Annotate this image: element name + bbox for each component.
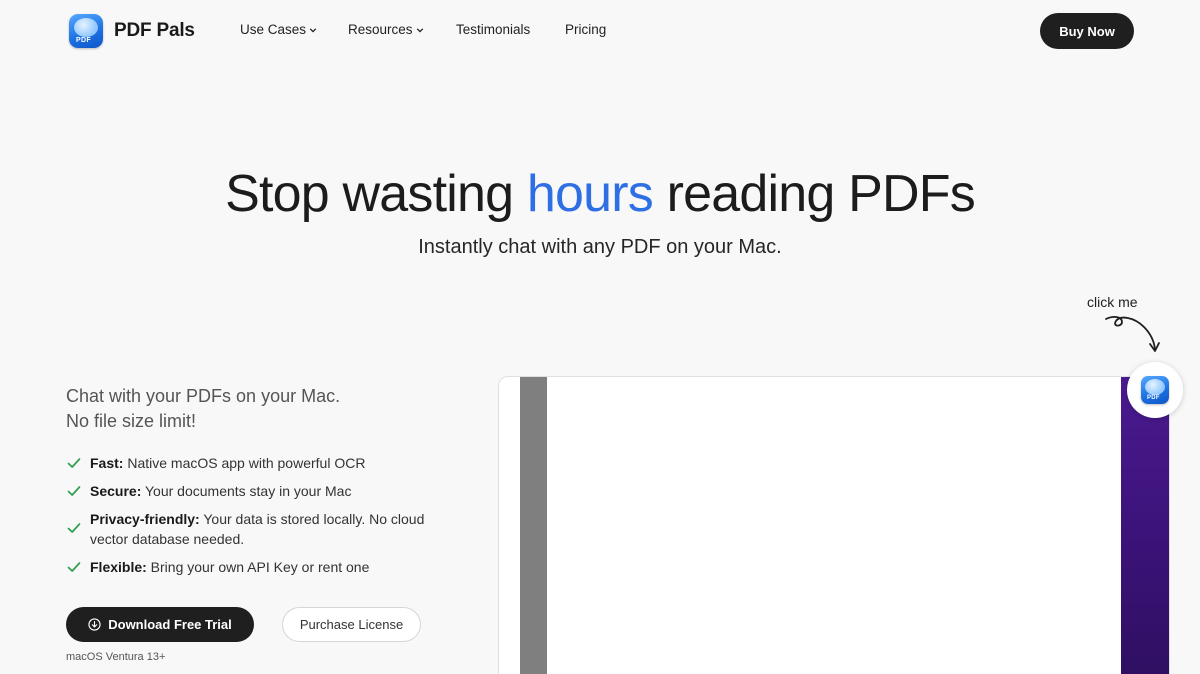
buy-now-button[interactable]: Buy Now xyxy=(1040,13,1134,49)
feature-text: Fast: Native macOS app with powerful OCR xyxy=(90,453,365,473)
brand[interactable]: PDF PDF Pals xyxy=(69,14,195,48)
check-icon xyxy=(67,523,81,533)
download-label: Download Free Trial xyxy=(108,617,232,632)
feature-desc: Bring your own API Key or rent one xyxy=(146,559,370,575)
curved-arrow-icon xyxy=(1105,315,1160,352)
nav-resources[interactable]: Resources xyxy=(348,22,424,37)
chevron-down-icon xyxy=(309,27,317,33)
feature-item-secure: Secure: Your documents stay in your Mac xyxy=(66,481,486,501)
feature-title: Fast: xyxy=(90,455,124,471)
feature-title: Flexible: xyxy=(90,559,147,575)
preview-gray-strip xyxy=(520,377,547,674)
app-preview-window xyxy=(498,376,1170,674)
system-requirement: macOS Ventura 13+ xyxy=(66,651,166,663)
pdf-pals-app-icon: PDF xyxy=(69,14,103,48)
download-icon xyxy=(88,618,101,631)
check-icon xyxy=(67,562,81,572)
nav-pricing-label: Pricing xyxy=(565,22,607,37)
intro-text: Chat with your PDFs on your Mac. No file… xyxy=(66,384,340,434)
feature-item-flexible: Flexible: Bring your own API Key or rent… xyxy=(66,557,486,577)
hero-subtitle: Instantly chat with any PDF on your Mac. xyxy=(418,236,782,258)
feature-text: Secure: Your documents stay in your Mac xyxy=(90,481,351,501)
click-me-hint: click me xyxy=(1087,294,1138,310)
page: PDF PDF Pals Use Cases Resources Testimo… xyxy=(0,0,1200,674)
nav-testimonials-label: Testimonials xyxy=(456,22,531,37)
check-icon xyxy=(67,486,81,496)
nav-testimonials[interactable]: Testimonials xyxy=(456,22,530,37)
download-free-trial-button[interactable]: Download Free Trial xyxy=(66,607,254,642)
purchase-license-button[interactable]: Purchase License xyxy=(282,607,421,642)
nav-pricing[interactable]: Pricing xyxy=(565,22,606,37)
nav-use-cases-label: Use Cases xyxy=(240,22,307,37)
nav-use-cases[interactable]: Use Cases xyxy=(240,22,317,37)
feature-title: Privacy-friendly: xyxy=(90,511,200,527)
chevron-down-icon xyxy=(416,27,423,33)
intro-line-1: Chat with your PDFs on your Mac. xyxy=(66,386,341,406)
hero-title-end: reading PDFs xyxy=(652,165,976,223)
feature-text: Flexible: Bring your own API Key or rent… xyxy=(90,557,369,577)
app-icon-tag: PDF xyxy=(76,37,91,44)
pdf-pals-app-icon: PDF xyxy=(1141,376,1169,404)
top-nav: PDF PDF Pals Use Cases Resources Testimo… xyxy=(0,0,1200,62)
pdf-pals-launcher-button[interactable]: PDF xyxy=(1127,362,1183,418)
feature-desc: Your documents stay in your Mac xyxy=(141,483,352,499)
hero-title-start: Stop wasting xyxy=(225,165,527,223)
feature-item-fast: Fast: Native macOS app with powerful OCR xyxy=(66,453,486,473)
feature-item-privacy: Privacy-friendly: Your data is stored lo… xyxy=(66,509,486,549)
hero-title-highlight: hours xyxy=(526,165,654,223)
preview-purple-strip xyxy=(1121,377,1169,674)
launcher-icon-tag: PDF xyxy=(1147,395,1160,401)
intro-line-2: No file size limit! xyxy=(66,411,197,431)
nav-resources-label: Resources xyxy=(348,22,413,37)
check-icon xyxy=(67,458,81,468)
feature-desc: Native macOS app with powerful OCR xyxy=(123,455,366,471)
brand-name: PDF Pals xyxy=(114,20,195,41)
feature-list: Fast: Native macOS app with powerful OCR… xyxy=(66,453,486,585)
hero-title: Stop wasting hours reading PDFs xyxy=(0,164,1200,224)
feature-text: Privacy-friendly: Your data is stored lo… xyxy=(90,509,460,549)
feature-title: Secure: xyxy=(90,483,142,499)
